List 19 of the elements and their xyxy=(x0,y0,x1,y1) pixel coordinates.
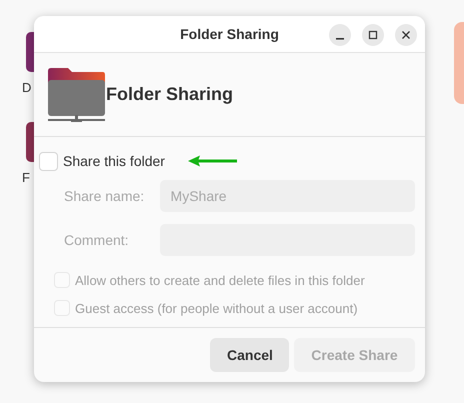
checkbox-label: Allow others to create and delete files in this folder xyxy=(75,272,365,288)
close-button[interactable] xyxy=(395,24,417,46)
checkbox-label: Guest access (for people without a user account) xyxy=(75,300,358,316)
minimize-button[interactable] xyxy=(329,24,351,46)
checkbox[interactable] xyxy=(39,152,58,170)
checkbox-label: Share this folder xyxy=(63,153,165,169)
dialog-heading: Folder Sharing xyxy=(106,84,234,105)
maximize-icon xyxy=(368,30,378,40)
maximize-button[interactable] xyxy=(362,24,384,46)
shared-folder-icon xyxy=(48,66,106,122)
field-label: Comment: xyxy=(64,232,130,248)
arrow-drawing xyxy=(188,155,238,167)
field-label: Share name: xyxy=(64,188,146,204)
minimize-icon xyxy=(336,38,344,40)
cancel-button[interactable]: Cancel xyxy=(210,338,289,372)
desktop-icon-label: F xyxy=(22,170,30,185)
close-icon xyxy=(401,30,411,40)
window-title: Folder Sharing xyxy=(180,26,279,42)
desktop-icon-label: D xyxy=(22,80,32,95)
